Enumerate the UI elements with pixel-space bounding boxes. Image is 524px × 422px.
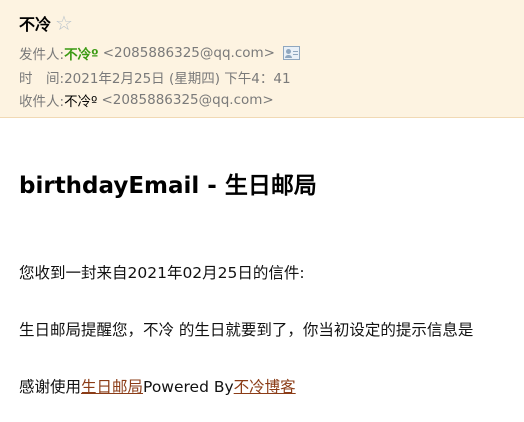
from-label: 发件人: — [19, 47, 65, 63]
sender-name[interactable]: 不冷º — [64, 43, 99, 63]
birthday-post-link[interactable]: 生日邮局 — [81, 378, 143, 396]
email-subject: 不冷 — [19, 15, 52, 34]
body-footer: 感谢使用生日邮局Powered By不冷博客 — [19, 375, 296, 397]
time-value: 2021年2月25日 (星期四) 下午4：41 — [64, 71, 291, 87]
contact-card-icon[interactable] — [282, 46, 300, 60]
footer-powered-by: Powered By — [143, 378, 234, 396]
star-icon[interactable]: ☆ — [55, 13, 73, 33]
subject-line: 不冷 ☆ — [19, 10, 73, 36]
time-label: 时 间: — [19, 71, 65, 87]
footer-prefix: 感谢使用 — [19, 378, 82, 396]
from-row: 发件人: 不冷º <2085886325@qq.com> — [19, 43, 300, 63]
time-row: 时 间: 2021年2月25日 (星期四) 下午4：41 — [19, 67, 291, 87]
body-line-received: 您收到一封来自2021年02月25日的信件: — [19, 264, 305, 282]
email-header: 不冷 ☆ 发件人: 不冷º <2085886325@qq.com> 时 间: 2… — [0, 0, 524, 118]
to-label: 收件人: — [19, 94, 65, 110]
recipient-address: <2085886325@qq.com> — [101, 92, 274, 108]
body-line-reminder: 生日邮局提醒您，不冷 的生日就要到了，你当初设定的提示信息是 — [19, 321, 474, 339]
sender-address: <2085886325@qq.com> — [102, 45, 275, 61]
to-row: 收件人: 不冷º <2085886325@qq.com> — [19, 90, 274, 110]
blog-link[interactable]: 不冷博客 — [234, 378, 296, 396]
recipient-name[interactable]: 不冷º — [64, 90, 97, 110]
email-body-title: birthdayEmail - 生日邮局 — [19, 173, 317, 199]
